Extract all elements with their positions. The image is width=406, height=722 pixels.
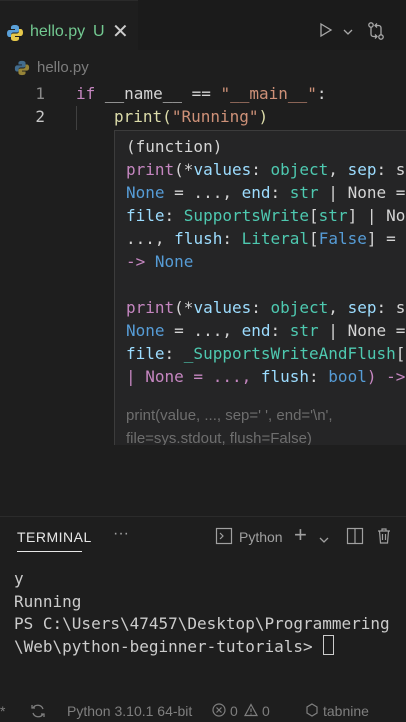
split-terminal-icon[interactable] [346,527,364,550]
hover-kind: (function) [126,137,223,156]
chevron-down-icon[interactable] [318,532,330,550]
line-number: 1 [35,84,45,103]
status-bar: * Python 3.10.1 64-bit 0 0 tabnine [0,700,406,720]
string-running: "Running" [171,107,259,126]
terminal-panel: TERMINAL ··· Python + y Running PS C:\Us… [0,516,406,693]
terminal-shell-selector[interactable]: Python [239,529,283,545]
signature-1-line-3: file: SupportsWrite[str] | No [126,206,406,225]
hover-tooltip: (function) print(*values: object, sep: s… [114,130,406,445]
keyword-if: if [76,84,96,103]
terminal-output-line: Running [14,592,82,611]
paren-close: ) [258,107,269,126]
operator-eq: == [191,84,211,103]
breadcrumb: hello.py [0,50,406,84]
code-text: print("Running") [114,107,268,126]
new-terminal-icon[interactable]: + [294,522,307,548]
dunder-name: __name__ [95,84,192,103]
signature-2-line-1: print(*values: object, sep: s [126,298,406,317]
indent-guide [76,106,77,130]
code-line-1: 1 if __name__ == "__main__": [0,84,406,108]
tab-bar: hello.py U ✕ [0,0,406,51]
tab-hello-py[interactable]: hello.py U ✕ [0,0,138,51]
trash-icon[interactable] [376,527,392,550]
tabnine-icon [305,703,319,720]
python-file-icon [6,24,24,47]
error-count[interactable]: 0 [230,703,238,719]
close-icon[interactable]: ✕ [112,19,129,44]
terminal-prompt: \Web\python-beginner-tutorials> [14,637,323,656]
untracked-badge: U [93,23,105,40]
colon: : [316,84,327,103]
line-number: 2 [35,107,45,126]
signature-1-line-2: None = ..., end: str | None = [126,183,406,202]
string-main: "__main__" [210,84,317,103]
docstring-line-2: file=sys.stdout, flush=False) [126,430,312,445]
tab-label: hello.py [30,23,86,40]
docstring-line-1: print(value, ..., sep=' ', end='\n', [126,407,333,424]
tabnine-status[interactable]: tabnine [323,703,369,719]
terminal-icon [215,527,233,550]
python-interpreter[interactable]: Python 3.10.1 64-bit [67,703,192,719]
warning-count[interactable]: 0 [262,703,270,719]
run-icon[interactable] [318,22,334,43]
error-icon [212,703,226,720]
chevron-down-icon[interactable] [342,24,354,42]
compare-changes-icon[interactable] [366,21,386,46]
code-text: if __name__ == "__main__": [76,84,326,103]
function-print: print [114,107,163,126]
status-remote-indicator[interactable]: * [0,703,5,719]
signature-2-line-4: | None = ..., flush: bool) -> [126,367,406,386]
signature-2-line-2: None = ..., end: str | None = [126,321,406,340]
terminal-cursor [323,635,335,655]
signature-1-line-1: print(*values: object, sep: s [126,160,406,179]
python-file-icon [14,60,30,81]
signature-1-line-5: -> None [126,252,194,271]
signature-1-line-4: ..., flush: Literal[False] = [126,229,396,248]
active-tab-underline [17,551,82,552]
breadcrumb-file[interactable]: hello.py [37,59,89,76]
code-line-2: 2 print("Running") [0,107,406,131]
tab-terminal[interactable]: TERMINAL [17,529,92,545]
warning-icon [243,703,259,720]
signature-2-line-3: file: _SupportsWriteAndFlush[ [126,344,406,363]
terminal-prompt-line[interactable]: \Web\python-beginner-tutorials> [14,635,335,656]
terminal-output-line: y [14,569,24,588]
terminal-output-line: PS C:\Users\47457\Desktop\Programmering [14,614,390,633]
more-actions-icon[interactable]: ··· [113,525,129,543]
paren-open: ( [162,107,172,126]
sync-icon[interactable] [30,703,46,722]
